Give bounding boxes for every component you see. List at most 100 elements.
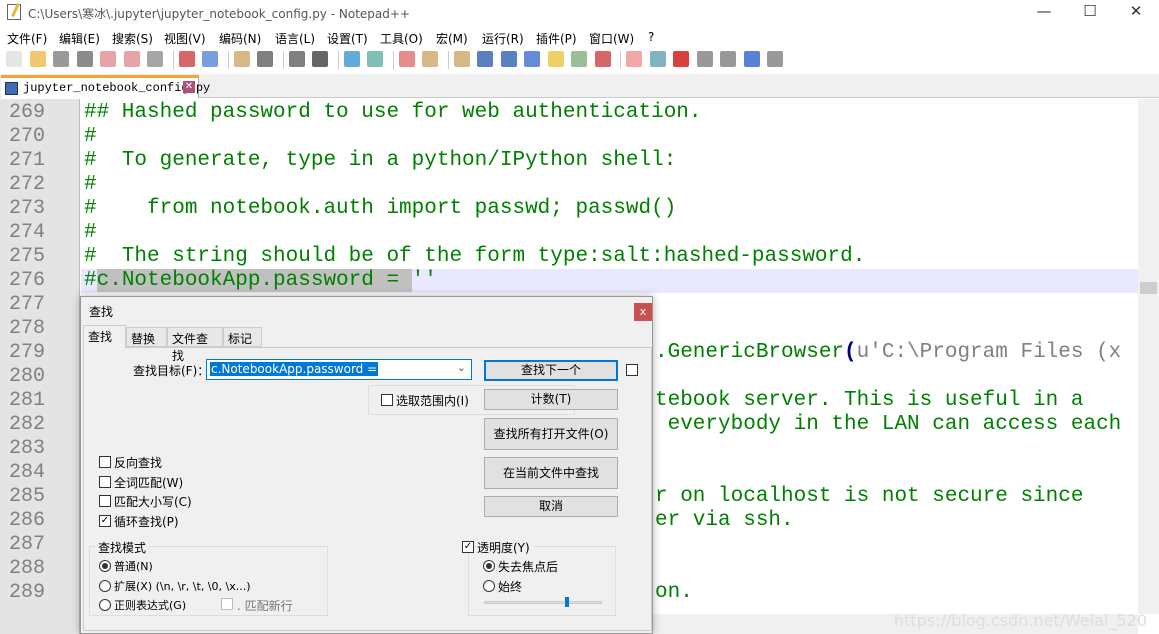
- option-label: 反向查找: [114, 456, 163, 470]
- open-icon[interactable]: [29, 51, 46, 67]
- function-list-icon[interactable]: [594, 51, 611, 67]
- transparency-checkbox[interactable]: ✓: [462, 541, 474, 553]
- wrap-icon[interactable]: [477, 51, 493, 67]
- mode-radio[interactable]: [99, 579, 111, 592]
- menu-12[interactable]: ?: [648, 30, 654, 44]
- line-number: 275: [9, 245, 46, 268]
- play-multi-icon[interactable]: [743, 51, 760, 67]
- toolbar-separator: [620, 51, 621, 69]
- find-input[interactable]: c.NotebookApp.password = ⌄: [206, 359, 472, 380]
- transparency-slider[interactable]: [484, 597, 602, 607]
- chevron-down-icon[interactable]: ⌄: [457, 361, 466, 374]
- menu-10[interactable]: 插件(P): [536, 30, 577, 47]
- redo-icon[interactable]: [288, 51, 305, 67]
- monitor-icon[interactable]: [649, 51, 666, 67]
- play-icon[interactable]: [720, 51, 736, 67]
- code-line: tebook server. This is useful in a: [655, 389, 1083, 413]
- find-label: 查找目标(F)：: [133, 364, 210, 378]
- menu-2[interactable]: 搜索(S): [112, 30, 153, 47]
- maximize-button[interactable]: ☐: [1067, 2, 1113, 24]
- in-selection-checkbox[interactable]: [381, 394, 393, 406]
- menu-6[interactable]: 设置(T): [327, 30, 368, 47]
- find-icon[interactable]: [312, 51, 328, 67]
- sync-v-icon[interactable]: [422, 51, 438, 67]
- save-icon[interactable]: [53, 51, 69, 67]
- menu-11[interactable]: 窗口(W): [589, 30, 634, 47]
- menu-3[interactable]: 视图(V): [164, 30, 206, 47]
- option-checkbox[interactable]: ✓: [99, 514, 111, 527]
- cut-icon[interactable]: [178, 51, 195, 67]
- tab-replace[interactable]: 替换: [126, 327, 167, 347]
- transparency-label: 透明度(Y): [477, 539, 534, 556]
- option-checkbox[interactable]: [99, 475, 111, 488]
- menu-7[interactable]: 工具(O): [380, 30, 423, 47]
- line-number: 285: [9, 485, 46, 508]
- find-value: c.NotebookApp.password =: [210, 362, 379, 376]
- tab-find-in-files[interactable]: 文件查找: [167, 327, 223, 363]
- sync-h-icon[interactable]: [453, 51, 470, 67]
- option-checkbox[interactable]: [99, 495, 111, 507]
- line-number-gutter: 269 270 271 272 273 274 275 276 277 278 279 280 281 2…: [0, 99, 80, 634]
- match-newline-checkbox: [221, 598, 233, 610]
- folder-workspace-icon[interactable]: [626, 51, 642, 67]
- tab-jupyter-config[interactable]: jupyter_notebook_config.py ✕: [1, 75, 210, 98]
- menu-0[interactable]: 文件(F): [7, 30, 47, 47]
- new-icon[interactable]: [6, 51, 22, 67]
- cancel-button[interactable]: 取消: [484, 496, 618, 517]
- copy-icon[interactable]: [202, 51, 218, 67]
- indent-guide-icon[interactable]: [524, 51, 540, 67]
- save-all-icon[interactable]: [76, 51, 93, 67]
- minimize-button[interactable]: —: [1021, 2, 1067, 24]
- undo-icon[interactable]: [257, 51, 273, 67]
- code-line: on.: [655, 581, 693, 605]
- menu-4[interactable]: 编码(N): [219, 30, 261, 47]
- slider-thumb[interactable]: [564, 597, 569, 607]
- dialog-close-button[interactable]: x: [634, 303, 652, 321]
- paste-icon[interactable]: [233, 51, 250, 67]
- menu-1[interactable]: 编辑(E): [59, 30, 100, 47]
- tab-mark[interactable]: 标记: [223, 327, 262, 347]
- mode-radio[interactable]: [99, 560, 111, 572]
- find-in-current-button[interactable]: 在当前文件中查找: [484, 457, 618, 489]
- find-next-option-checkbox[interactable]: [626, 364, 638, 376]
- print-icon[interactable]: [147, 51, 163, 67]
- line-number: 279: [9, 341, 46, 364]
- line-number: 270: [9, 125, 46, 148]
- zoom-out-icon[interactable]: [398, 51, 415, 67]
- selected-text: c.NotebookApp.password =: [96, 269, 412, 292]
- stop-icon[interactable]: [696, 51, 713, 67]
- tab-find[interactable]: 查找: [83, 325, 126, 348]
- transparency-radio[interactable]: [483, 560, 495, 572]
- vertical-scrollbar[interactable]: [1138, 99, 1159, 614]
- menu-5[interactable]: 语言(L): [275, 30, 315, 47]
- menu-9[interactable]: 运行(R): [482, 30, 524, 47]
- transparency-radio[interactable]: [483, 579, 495, 592]
- close-window-button[interactable]: ✕: [1113, 2, 1159, 24]
- code-text: .GenericBrowser: [655, 341, 845, 364]
- record-icon[interactable]: [673, 51, 689, 67]
- line-number: 278: [9, 317, 46, 340]
- show-all-icon[interactable]: [500, 51, 517, 67]
- udl-icon[interactable]: [547, 51, 564, 67]
- option-checkbox[interactable]: [99, 456, 111, 468]
- option-label: 全词匹配(W): [114, 475, 184, 490]
- mode-label: 扩展(X) (\n, \r, \t, \0, \x...): [114, 579, 251, 593]
- scroll-thumb[interactable]: [1140, 282, 1157, 294]
- string-text: u'C:\Program Files (x: [856, 341, 1122, 364]
- close-icon[interactable]: [100, 51, 116, 67]
- code-text: # The string should be of the form type:…: [84, 245, 866, 268]
- line-number: 281: [9, 389, 46, 412]
- close-tab-icon[interactable]: ✕: [183, 81, 195, 93]
- menu-8[interactable]: 宏(M): [436, 30, 468, 47]
- zoom-in-icon[interactable]: [367, 51, 383, 67]
- find-next-button[interactable]: 查找下一个: [484, 360, 618, 381]
- line-number: 280: [9, 365, 46, 388]
- find-all-open-button[interactable]: 查找所有打开文件(O): [484, 418, 618, 450]
- comment-hash: #: [84, 269, 97, 292]
- doc-map-icon[interactable]: [571, 51, 587, 67]
- mode-radio[interactable]: [99, 599, 111, 611]
- count-button[interactable]: 计数(T): [484, 389, 618, 410]
- close-all-icon[interactable]: [123, 51, 140, 67]
- replace-icon[interactable]: [343, 51, 360, 67]
- save-macro-icon[interactable]: [767, 51, 783, 67]
